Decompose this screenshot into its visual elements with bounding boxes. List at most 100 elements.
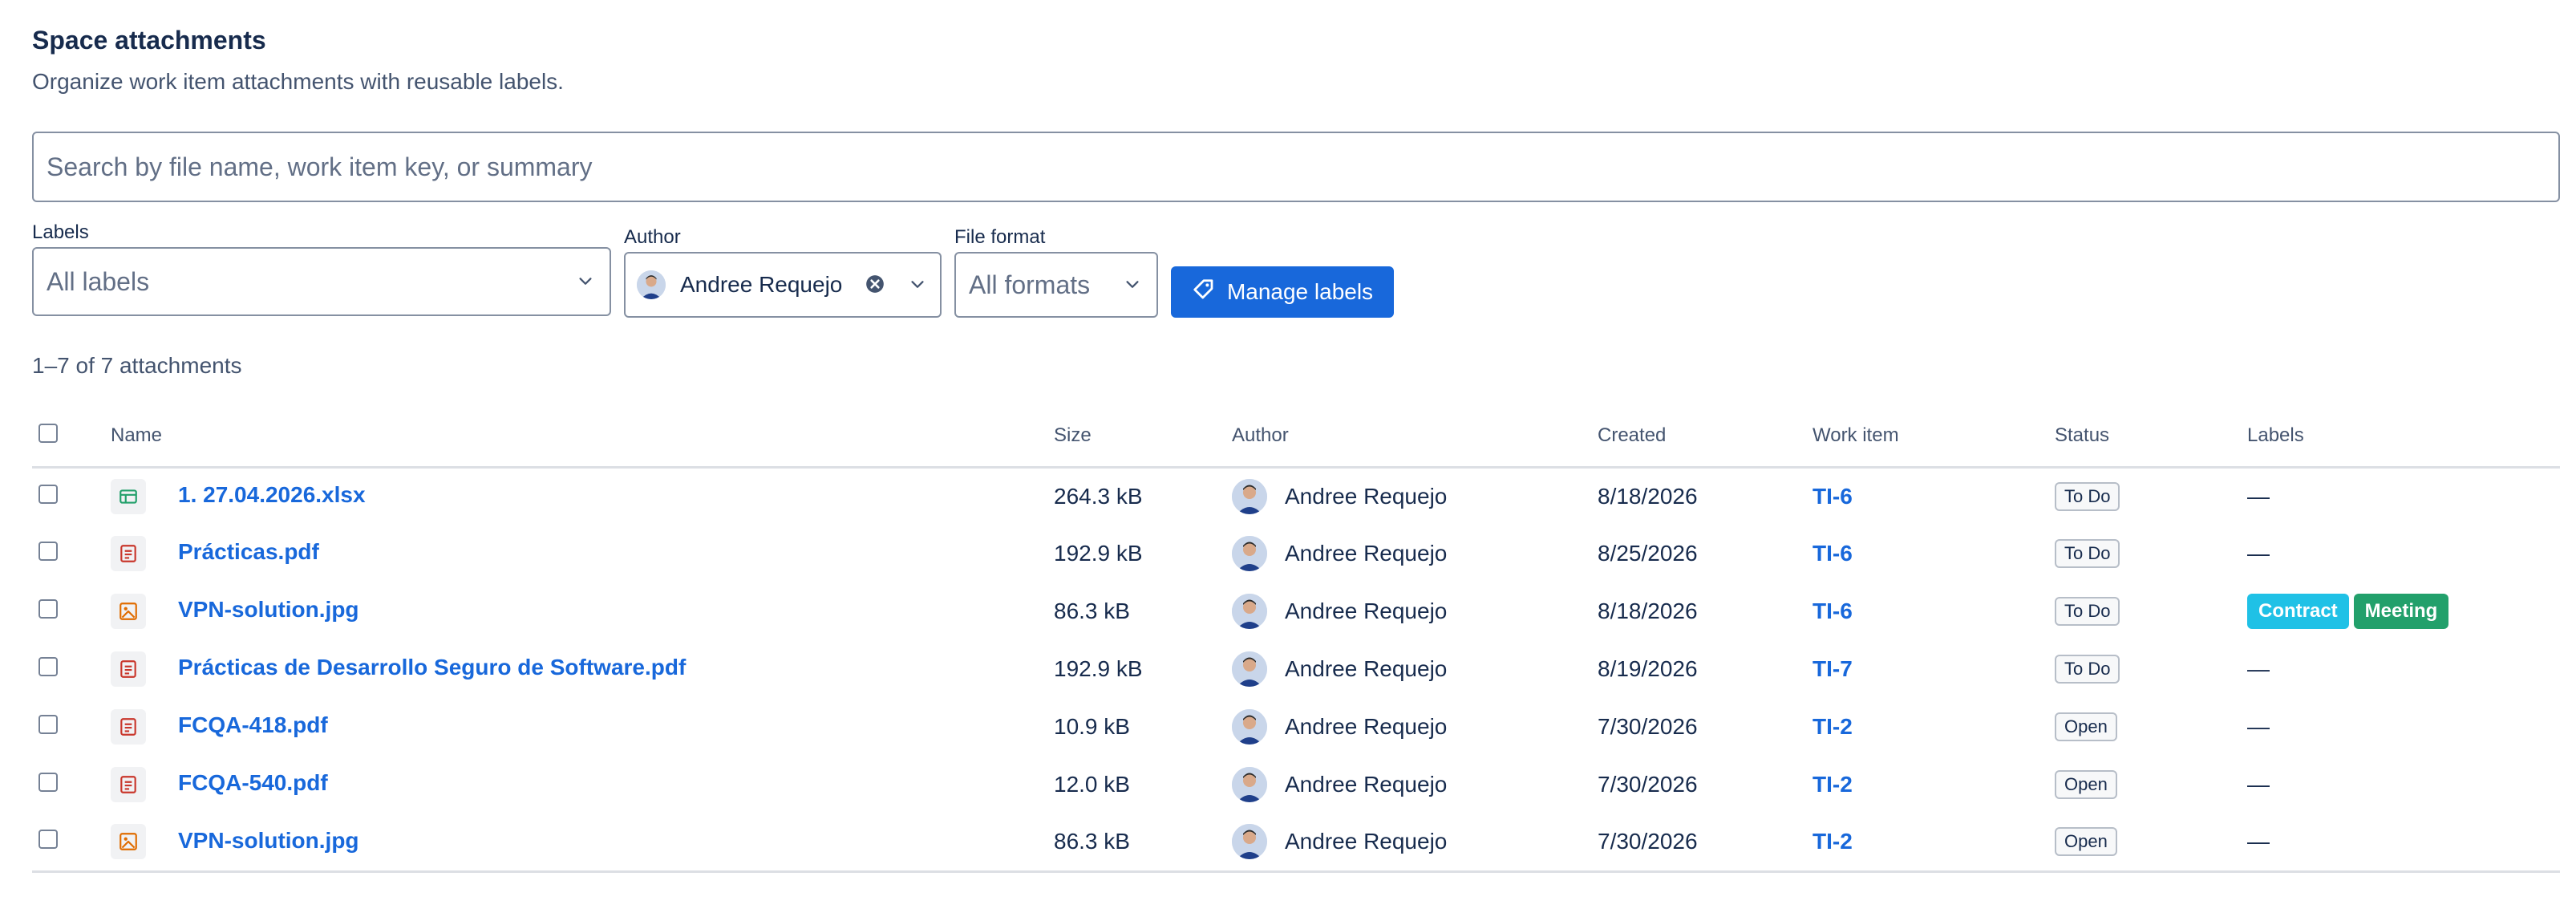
pdf-icon (111, 767, 146, 802)
label-chip[interactable]: Contract (2247, 594, 2349, 629)
work-item-link[interactable]: TI-6 (1813, 541, 1853, 566)
page-title: Space attachments (32, 26, 266, 55)
status-cell: To Do (2055, 582, 2247, 640)
file-name-link[interactable]: VPN-solution.jpg (178, 597, 359, 622)
image-icon (111, 594, 146, 629)
status-cell: Open (2055, 698, 2247, 756)
column-header-created[interactable]: Created (1598, 406, 1813, 469)
avatar (1232, 709, 1267, 745)
work-item-link[interactable]: TI-7 (1813, 656, 1853, 681)
name-cell: VPN-solution.jpg (111, 813, 1054, 873)
table-row[interactable]: 1. 27.04.2026.xlsx 264.3 kB Andree Requejo… (32, 467, 2560, 525)
file-name-link[interactable]: FCQA-540.pdf (178, 770, 328, 795)
select-all-checkbox[interactable] (38, 423, 58, 443)
manage-labels-button[interactable]: Manage labels (1171, 266, 1394, 318)
created-cell: 7/30/2026 (1598, 772, 1698, 797)
row-select-cell (32, 813, 111, 873)
row-select-cell (32, 525, 111, 582)
row-checkbox[interactable] (38, 542, 58, 561)
size-cell: 86.3 kB (1054, 598, 1130, 623)
author-name: Andree Requejo (1285, 541, 1448, 566)
empty-labels: — (2247, 829, 2270, 854)
work-item-link[interactable]: TI-2 (1813, 772, 1853, 797)
work-item-link[interactable]: TI-6 (1813, 484, 1853, 509)
search-box[interactable] (32, 132, 2560, 202)
author-filter-label: Author (624, 226, 681, 248)
format-filter-label: File format (954, 226, 1046, 248)
created-cell: 8/25/2026 (1598, 541, 1698, 566)
author-name: Andree Requejo (1285, 598, 1448, 623)
work-item-link[interactable]: TI-2 (1813, 829, 1853, 854)
created-cell: 8/19/2026 (1598, 656, 1698, 681)
clear-icon[interactable] (865, 274, 887, 296)
author-name: Andree Requejo (1285, 656, 1448, 681)
file-name-link[interactable]: VPN-solution.jpg (178, 828, 359, 853)
labels-cell: — (2247, 698, 2560, 756)
file-name-link[interactable]: FCQA-418.pdf (178, 712, 328, 737)
file-name-link[interactable]: Prácticas.pdf (178, 539, 319, 564)
column-header-status[interactable]: Status (2055, 406, 2247, 469)
column-header-size[interactable]: Size (1054, 406, 1232, 469)
author-select-value: Andree Requejo (680, 272, 843, 297)
row-checkbox[interactable] (38, 715, 58, 734)
chevron-down-icon (906, 274, 929, 296)
format-select[interactable]: All formats (954, 252, 1158, 318)
status-badge: To Do (2055, 481, 2120, 511)
table-row[interactable]: FCQA-418.pdf 10.9 kB Andree Requejo 7/30/20… (32, 698, 2560, 756)
column-header-work-item[interactable]: Work item (1813, 406, 2055, 469)
file-name-link[interactable]: Prácticas de Desarrollo Seguro de Softwa… (178, 655, 686, 680)
table-row[interactable]: FCQA-540.pdf 12.0 kB Andree Requejo 7/30/20… (32, 756, 2560, 813)
status-badge: To Do (2055, 655, 2120, 684)
status-badge: Open (2055, 827, 2117, 857)
chevron-down-icon (574, 270, 597, 293)
row-checkbox[interactable] (38, 484, 58, 504)
author-cell: Andree Requejo (1232, 698, 1598, 756)
status-cell: Open (2055, 813, 2247, 873)
row-checkbox[interactable] (38, 657, 58, 676)
table-row[interactable]: VPN-solution.jpg 86.3 kB Andree Requejo 8/1… (32, 582, 2560, 640)
pdf-icon (111, 651, 146, 687)
row-checkbox[interactable] (38, 599, 58, 619)
table-row[interactable]: Prácticas.pdf 192.9 kB Andree Requejo 8/25/… (32, 525, 2560, 582)
author-cell: Andree Requejo (1232, 813, 1598, 873)
labels-select[interactable]: All labels (32, 247, 611, 316)
row-select-cell (32, 640, 111, 698)
empty-labels: — (2247, 772, 2270, 797)
row-checkbox[interactable] (38, 830, 58, 850)
column-header-labels[interactable]: Labels (2247, 406, 2560, 469)
labels-cell: — (2247, 813, 2560, 873)
name-cell: Prácticas de Desarrollo Seguro de Softwa… (111, 640, 1054, 698)
status-cell: To Do (2055, 640, 2247, 698)
pdf-icon (111, 536, 146, 571)
work-item-link[interactable]: TI-6 (1813, 598, 1853, 623)
name-cell: FCQA-540.pdf (111, 756, 1054, 813)
author-cell: Andree Requejo (1232, 640, 1598, 698)
row-select-cell (32, 582, 111, 640)
table-row[interactable]: Prácticas de Desarrollo Seguro de Softwa… (32, 640, 2560, 698)
work-item-link[interactable]: TI-2 (1813, 714, 1853, 739)
row-select-cell (32, 756, 111, 813)
manage-labels-label: Manage labels (1226, 279, 1374, 304)
result-count: 1–7 of 7 attachments (32, 353, 242, 378)
search-input[interactable] (45, 151, 2547, 183)
table-row[interactable]: VPN-solution.jpg 86.3 kB Andree Requejo 7/3… (32, 813, 2560, 873)
table-header-row: Name Size Author Created Work item Statu… (32, 406, 2560, 469)
format-select-value: All formats (969, 270, 1091, 299)
labels-select-value: All labels (47, 266, 150, 296)
row-checkbox[interactable] (38, 773, 58, 792)
label-chip[interactable]: Meeting (2353, 594, 2449, 629)
labels-cell: Contract Meeting (2247, 582, 2560, 640)
column-header-name[interactable]: Name (111, 406, 1054, 469)
author-select[interactable]: Andree Requejo (624, 252, 942, 318)
column-header-author[interactable]: Author (1232, 406, 1598, 469)
labels-cell: — (2247, 640, 2560, 698)
chevron-down-icon (1121, 274, 1144, 296)
created-cell: 7/30/2026 (1598, 813, 1813, 873)
avatar (1232, 594, 1267, 629)
work-item-cell: TI-2 (1813, 813, 2055, 873)
author-name: Andree Requejo (1285, 714, 1448, 739)
size-cell: 86.3 kB (1054, 813, 1232, 873)
attachments-page: Space attachments Organize work item att… (0, 0, 2576, 921)
status-badge: Open (2055, 712, 2117, 741)
file-name-link[interactable]: 1. 27.04.2026.xlsx (178, 482, 366, 507)
